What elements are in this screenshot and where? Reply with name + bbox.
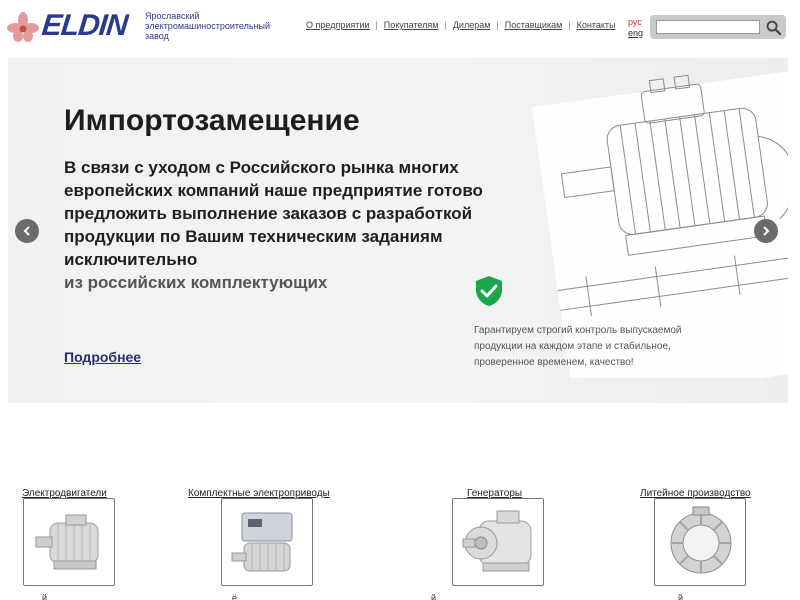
nav-link-buyers[interactable]: Покупателям [384, 20, 439, 30]
product-image[interactable] [23, 498, 115, 586]
more-link[interactable]: Подробнее [64, 349, 141, 365]
guarantee-text: Гарантируем строгий контроль выпускаемой… [474, 325, 682, 368]
lang-ru[interactable]: рус [628, 17, 643, 28]
electric-drive-icon [231, 512, 293, 572]
product-caption: й [42, 593, 48, 600]
header: ELDIN Ярославский электромашиностроитель… [0, 0, 800, 56]
hero-slider: Импортозамещение В связи с уходом с Росс… [8, 58, 788, 403]
shield-check-icon [476, 276, 502, 306]
product-motors[interactable]: Электродвигатели й [22, 483, 115, 600]
hero-title: Импортозамещение [64, 104, 360, 137]
slider-next-button[interactable] [754, 219, 778, 243]
nav-link-dealers[interactable]: Дилерам [453, 20, 491, 30]
product-caption: ё [232, 593, 238, 600]
product-image[interactable] [654, 498, 746, 586]
casting-icon [670, 506, 732, 574]
product-generators[interactable]: Генераторы й [431, 483, 544, 600]
product-drives[interactable]: Комплектные электроприводы ё [188, 483, 330, 600]
hero-text: В связи с уходом с Российского рынка мно… [64, 156, 484, 294]
generator-icon [462, 510, 532, 572]
nav-link-suppliers[interactable]: Поставщикам [505, 20, 563, 30]
product-caption: й [678, 593, 684, 600]
search-box [650, 15, 786, 39]
product-foundry[interactable]: Литейное производство й [640, 483, 751, 600]
chevron-left-icon [23, 226, 30, 236]
product-image[interactable] [221, 498, 313, 586]
product-caption: й [431, 593, 437, 600]
logo-text: ELDIN [40, 9, 129, 42]
electric-motor-icon [35, 514, 99, 570]
search-button[interactable] [762, 17, 784, 37]
product-image[interactable] [452, 498, 544, 586]
logo[interactable]: ELDIN [6, 9, 138, 43]
company-tagline: Ярославский электромашиностроительный за… [145, 11, 271, 41]
hero-text-muted: из российских комплектующих [64, 273, 328, 292]
top-nav: О предприятии | Покупателям | Дилерам | Постав… [306, 20, 616, 30]
search-icon [766, 20, 781, 35]
slider-prev-button[interactable] [15, 219, 39, 243]
nav-link-about[interactable]: О предприятии [306, 20, 369, 30]
lang-en[interactable]: eng [628, 28, 643, 39]
chevron-right-icon [763, 226, 770, 236]
logo-flower-icon [7, 12, 39, 42]
search-input[interactable] [656, 20, 760, 34]
hero-text-main: В связи с уходом с Российского рынка мно… [64, 158, 483, 269]
language-switch: рус eng [628, 17, 643, 39]
nav-link-contacts[interactable]: Контакты [577, 20, 616, 30]
